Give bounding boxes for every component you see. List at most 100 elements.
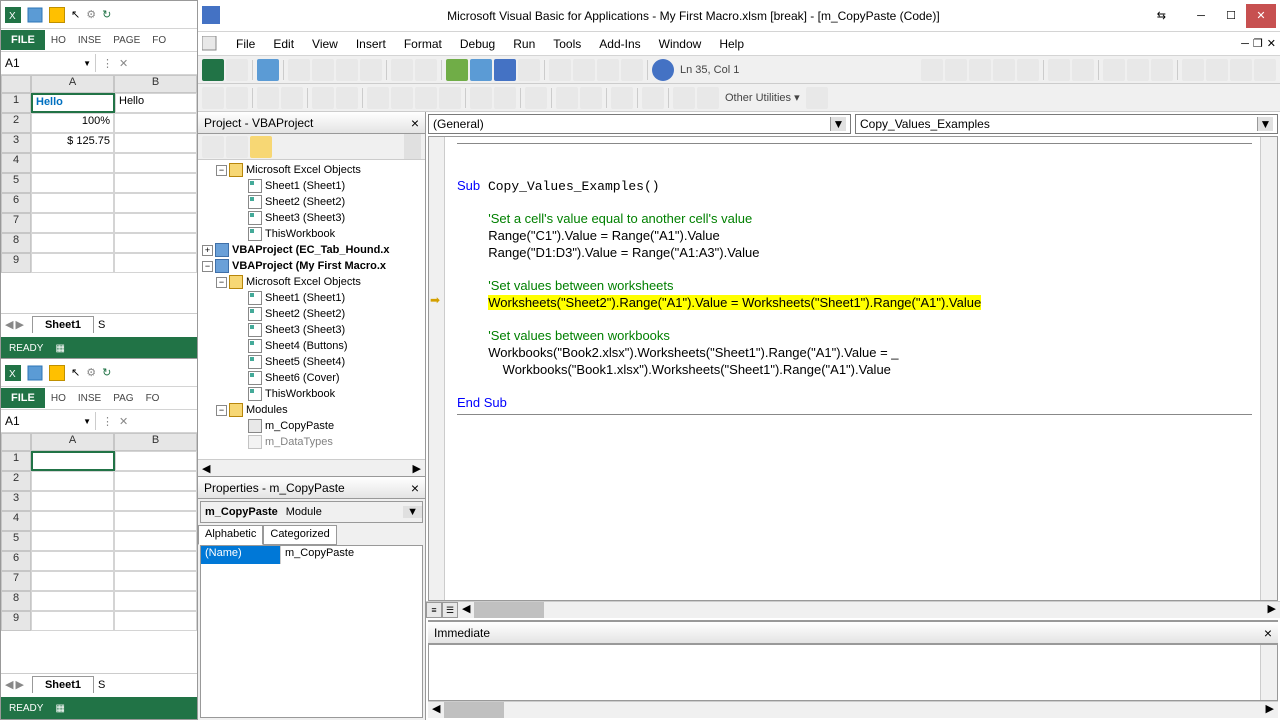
help-icon[interactable] <box>652 59 674 81</box>
project-hscroll[interactable]: ◀▶ <box>198 459 425 476</box>
cancel-icon[interactable]: ✕ <box>119 415 128 428</box>
tree-modules[interactable]: Modules <box>246 404 288 416</box>
menu-view[interactable]: View <box>304 35 346 53</box>
tool-18-icon[interactable] <box>673 87 695 109</box>
page-tab[interactable]: PAGE <box>107 31 146 50</box>
tree-p2-thisworkbook[interactable]: ThisWorkbook <box>265 388 335 400</box>
tool-3-icon[interactable] <box>257 87 279 109</box>
macro-icon[interactable]: ▦ <box>55 703 64 714</box>
menu-window[interactable]: Window <box>651 35 710 53</box>
view-object-icon[interactable] <box>226 136 248 158</box>
cursor-icon[interactable]: ↖ <box>71 366 80 379</box>
tools-icon[interactable]: ⚙ <box>86 8 96 21</box>
tree-project-1[interactable]: VBAProject (EC_Tab_Hound.x <box>232 244 390 256</box>
indent-icon[interactable] <box>1048 59 1070 81</box>
menu-insert[interactable]: Insert <box>348 35 394 53</box>
hscroll-thumb[interactable] <box>474 602 544 618</box>
sheet-partial-2[interactable]: S <box>94 677 109 693</box>
tool-17-icon[interactable] <box>642 87 664 109</box>
tool-6-icon[interactable] <box>336 87 358 109</box>
project-vscroll-up[interactable] <box>404 134 421 159</box>
tab-categorized[interactable]: Categorized <box>263 525 336 545</box>
cell-b1[interactable]: Hello <box>115 93 197 113</box>
close-button[interactable]: ✕ <box>1246 4 1276 28</box>
toolbox-icon[interactable] <box>621 59 643 81</box>
copy-icon[interactable] <box>312 59 334 81</box>
code-margin[interactable]: ➡ <box>429 137 445 600</box>
other-utilities-dropdown[interactable]: Other Utilities ▾ <box>721 91 804 104</box>
row-3-header[interactable]: 3 <box>1 133 31 153</box>
tree-p2-sheet5[interactable]: Sheet5 (Sheet4) <box>265 356 345 368</box>
project-tree[interactable]: −Microsoft Excel Objects Sheet1 (Sheet1)… <box>198 160 425 459</box>
name-box-2[interactable]: A1▼ <box>1 412 96 430</box>
cell-a3[interactable]: $ 125.75 <box>31 133 114 153</box>
find-icon[interactable] <box>360 59 382 81</box>
cell-b3[interactable] <box>114 133 197 153</box>
toggle-folders-icon[interactable] <box>250 136 272 158</box>
tree-sheet1[interactable]: Sheet1 (Sheet1) <box>265 180 345 192</box>
properties-icon[interactable] <box>573 59 595 81</box>
col-b-header[interactable]: B <box>114 433 197 451</box>
tree-module-copypaste[interactable]: m_CopyPaste <box>265 420 334 432</box>
tool-4-icon[interactable] <box>281 87 303 109</box>
procedure-view-icon[interactable]: ≡ <box>426 602 442 618</box>
step-over-icon[interactable] <box>945 59 967 81</box>
menu-run[interactable]: Run <box>505 35 543 53</box>
project-explorer-icon[interactable] <box>549 59 571 81</box>
tool-15-icon[interactable] <box>580 87 602 109</box>
property-name-value[interactable]: m_CopyPaste <box>281 546 422 564</box>
view-excel-icon[interactable] <box>202 59 224 81</box>
tool-11-icon[interactable] <box>470 87 492 109</box>
tree-p2-sheet3[interactable]: Sheet3 (Sheet3) <box>265 324 345 336</box>
cell-a1-wb2[interactable] <box>31 451 115 471</box>
tab-alphabetic[interactable]: Alphabetic <box>198 525 263 545</box>
row-1-header[interactable]: 1 <box>1 93 31 113</box>
reset-icon[interactable] <box>494 59 516 81</box>
name-box[interactable]: A1▼ <box>1 54 96 72</box>
select-all-corner[interactable] <box>1 75 31 93</box>
sheet-partial[interactable]: S <box>94 317 109 333</box>
formulas-tab[interactable]: FO <box>140 389 166 408</box>
sheet-next-icon[interactable]: ▶ <box>15 318 23 331</box>
row-2-header[interactable]: 2 <box>1 113 31 133</box>
tree-collapse-icon[interactable]: − <box>202 261 213 272</box>
file-tab[interactable]: FILE <box>1 30 45 50</box>
bookmark-icon[interactable] <box>1127 59 1149 81</box>
breakpoint-icon[interactable] <box>993 59 1015 81</box>
cell-a2[interactable]: 100% <box>31 113 114 133</box>
tree-p2-sheet2[interactable]: Sheet2 (Sheet2) <box>265 308 345 320</box>
settings-icon[interactable] <box>806 87 828 109</box>
project-close-icon[interactable]: × <box>411 115 419 131</box>
immediate-vscroll[interactable] <box>1260 645 1277 700</box>
tree-p2-sheet6[interactable]: Sheet6 (Cover) <box>265 372 340 384</box>
maximize-button[interactable]: ☐ <box>1216 4 1246 28</box>
menu-addins[interactable]: Add-Ins <box>591 35 648 53</box>
step-out-icon[interactable] <box>969 59 991 81</box>
view-code-icon[interactable] <box>202 136 224 158</box>
col-a-header[interactable]: A <box>31 433 114 451</box>
step-into-icon[interactable] <box>921 59 943 81</box>
sheet-next-icon[interactable]: ▶ <box>15 678 23 691</box>
menu-debug[interactable]: Debug <box>452 35 503 53</box>
cut-icon[interactable] <box>288 59 310 81</box>
menu-tools[interactable]: Tools <box>545 35 589 53</box>
tool-14-icon[interactable] <box>556 87 578 109</box>
undo-icon[interactable] <box>391 59 413 81</box>
tab-order-icon[interactable] <box>1230 59 1252 81</box>
macro-icon[interactable]: ▦ <box>55 343 64 354</box>
immediate-hscroll[interactable]: ◀▶ <box>428 701 1278 718</box>
tool-19-icon[interactable] <box>697 87 719 109</box>
menu-format[interactable]: Format <box>396 35 450 53</box>
home-tab[interactable]: HO <box>45 389 72 408</box>
next-bookmark-icon[interactable] <box>1151 59 1173 81</box>
watch-icon[interactable] <box>1017 59 1039 81</box>
hscroll-right-icon[interactable]: ▶ <box>1264 602 1280 618</box>
immediate-close-icon[interactable]: × <box>1264 625 1272 641</box>
break-icon[interactable] <box>470 59 492 81</box>
file-tab[interactable]: FILE <box>1 388 45 408</box>
tool-5-icon[interactable] <box>312 87 334 109</box>
mdi-close-icon[interactable]: ✕ <box>1267 37 1276 50</box>
tree-collapse-icon[interactable]: − <box>216 405 227 416</box>
formulas-tab[interactable]: FO <box>146 31 172 50</box>
tool-13-icon[interactable] <box>525 87 547 109</box>
